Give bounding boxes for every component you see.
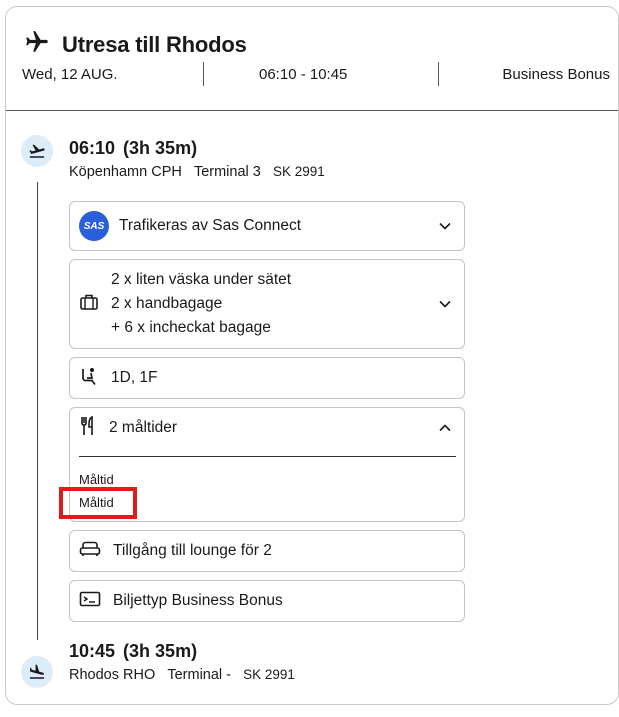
departure-flight-number: SK 2991 (272, 164, 325, 179)
sas-logo: SAS (79, 211, 109, 241)
meals-divider (79, 456, 456, 457)
lounge-label: Tillgång till lounge för 2 (113, 542, 272, 559)
arrival-icon (21, 656, 53, 688)
departure-terminal: 3 (252, 164, 261, 180)
chevron-up-icon[interactable] (438, 421, 452, 440)
baggage-dropdown[interactable]: 2 x liten väska under sätet 2 x handbaga… (69, 259, 465, 349)
highlight-box (59, 487, 137, 519)
arrival-time: 10:45 (69, 641, 116, 661)
ticket-type-row: Biljettyp Business Bonus (69, 580, 465, 622)
arrival-info: Rhodos RHO Terminal - SK 2991 (69, 667, 295, 683)
divider (203, 62, 204, 86)
baggage-line: 2 x handbagage (111, 295, 223, 312)
departure-city: Köpenhamn (69, 164, 148, 180)
arrival-time-row: 10:45 (3h 35m) (69, 641, 205, 662)
lounge-row: Tillgång till lounge för 2 (69, 530, 465, 572)
seats-label: 1D, 1F (111, 369, 158, 386)
seat-icon (79, 366, 99, 391)
departure-time: 06:10 (69, 138, 116, 158)
arrival-city: Rhodos (69, 667, 119, 683)
baggage-line: 2 x liten väska under sätet (111, 271, 292, 288)
fare-class: Business Bonus (502, 66, 610, 83)
departure-code: CPH (151, 164, 182, 180)
trip-summary: Wed, 12 AUG. 06:10 - 10:45 Business Bonu… (22, 62, 610, 86)
header-title-row: Utresa till Rhodos (24, 29, 247, 60)
operator-label: Trafikeras av Sas Connect (119, 217, 302, 234)
arrival-terminal-label: Terminal (167, 667, 223, 683)
arrival-code: RHO (123, 667, 156, 683)
divider (438, 62, 439, 86)
ticket-type-label: Biljettyp Business Bonus (113, 592, 283, 609)
trip-date: Wed, 12 AUG. (22, 66, 118, 83)
luggage-icon (79, 292, 99, 317)
baggage-lines: 2 x liten väska under sätet 2 x handbaga… (111, 268, 291, 340)
operator-dropdown[interactable]: SAS Trafikeras av Sas Connect (69, 201, 465, 251)
sofa-icon (79, 540, 101, 563)
cutlery-icon (79, 415, 97, 441)
departure-info: Köpenhamn CPH Terminal 3 SK 2991 (69, 164, 325, 180)
header-divider (6, 110, 618, 111)
chevron-down-icon (438, 297, 452, 316)
arrival-duration: (3h 35m) (123, 641, 198, 661)
departure-duration: (3h 35m) (123, 138, 198, 158)
departure-terminal-label: Terminal (193, 164, 249, 180)
baggage-line: + 6 x incheckat bagage (111, 319, 271, 336)
meal-item: Måltid (79, 472, 114, 487)
departure-icon (21, 135, 53, 167)
trip-time-range: 06:10 - 10:45 (259, 66, 348, 83)
chevron-down-icon (438, 219, 452, 238)
arrival-flight-number: SK 2991 (243, 667, 295, 682)
airplane-icon (24, 29, 50, 60)
departure-time-row: 06:10 (3h 35m) (69, 138, 205, 159)
meals-label: 2 måltider (109, 419, 178, 436)
timeline-line (37, 182, 38, 640)
seats-row: 1D, 1F (69, 357, 465, 399)
ticket-icon (79, 590, 101, 613)
page-title: Utresa till Rhodos (62, 31, 247, 57)
